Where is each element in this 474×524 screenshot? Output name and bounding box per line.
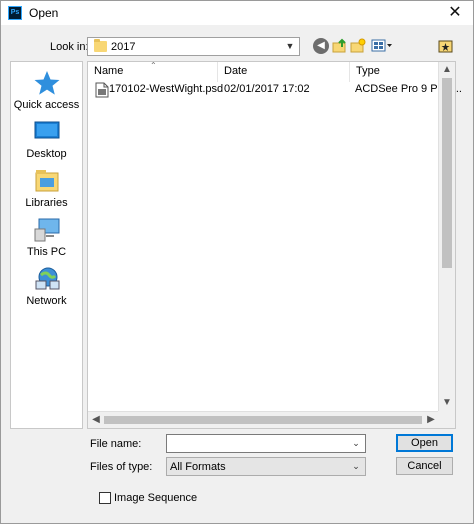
dialog-title: Open	[29, 6, 59, 20]
libraries-icon	[33, 168, 61, 194]
look-in-combo[interactable]: 2017 ▼	[87, 37, 300, 56]
desktop-shortcut-icon[interactable]	[438, 38, 454, 54]
cancel-button[interactable]: Cancel	[396, 457, 453, 475]
vertical-scroll-thumb[interactable]	[442, 78, 452, 268]
file-row[interactable]: 170102-WestWight.psd 02/01/2017 17:02 AC…	[93, 82, 462, 98]
files-of-type-label: Files of type:	[90, 461, 153, 473]
sidebar-item-libraries[interactable]: Libraries	[11, 168, 82, 209]
column-header-date[interactable]: Date	[218, 62, 350, 82]
scroll-left-icon[interactable]: ◀	[88, 412, 104, 428]
column-header-type[interactable]: Type	[350, 62, 439, 82]
folder-icon	[94, 39, 107, 52]
horizontal-scroll-thumb[interactable]	[104, 416, 422, 424]
desktop-icon	[33, 119, 61, 145]
sidebar-item-label: Network	[26, 295, 67, 307]
sidebar-item-quick-access[interactable]: Quick access	[11, 70, 82, 111]
view-menu-icon[interactable]	[371, 38, 393, 54]
psd-file-icon	[95, 82, 109, 98]
look-in-label: Look in:	[50, 41, 89, 53]
files-of-type-select[interactable]: All Formats ⌄	[166, 457, 366, 476]
open-button[interactable]: Open	[396, 434, 453, 452]
sidebar-item-desktop[interactable]: Desktop	[11, 119, 82, 160]
horizontal-scrollbar[interactable]: ◀ ▶	[88, 411, 439, 428]
scroll-down-icon[interactable]: ▼	[439, 395, 455, 411]
photoshop-app-icon: Ps	[8, 6, 22, 20]
up-folder-icon[interactable]	[332, 38, 348, 54]
scroll-right-icon[interactable]: ▶	[423, 412, 439, 428]
star-icon	[33, 70, 61, 96]
title-bar: Ps Open ✕	[1, 1, 473, 25]
scroll-up-icon[interactable]: ▲	[439, 62, 455, 78]
file-list[interactable]: ⌃ Name Date Type 170102-WestWight.psd 02…	[87, 61, 462, 429]
chevron-down-icon[interactable]: ▼	[283, 40, 297, 53]
look-in-value: 2017	[111, 41, 136, 53]
new-folder-icon[interactable]	[350, 38, 366, 54]
sidebar-item-network[interactable]: Network	[11, 266, 82, 307]
file-name-label: File name:	[90, 438, 142, 450]
back-icon[interactable]: ◀	[313, 38, 329, 54]
scroll-corner	[438, 411, 455, 428]
computer-icon	[33, 217, 61, 243]
files-of-type-value: All Formats	[170, 461, 226, 473]
chevron-down-icon[interactable]: ⌄	[349, 460, 363, 473]
image-sequence-checkbox[interactable]	[99, 492, 111, 504]
vertical-scrollbar[interactable]: ▲ ▼	[438, 62, 455, 411]
chevron-down-icon[interactable]: ⌄	[349, 437, 363, 450]
sidebar-item-label: Desktop	[26, 148, 67, 160]
sidebar-item-this-pc[interactable]: This PC	[11, 217, 82, 258]
sort-indicator-icon: ⌃	[150, 61, 157, 70]
places-sidebar: Quick access Desktop Libraries This PC N…	[10, 61, 83, 429]
sidebar-item-label: Libraries	[25, 197, 68, 209]
network-icon	[33, 266, 61, 292]
column-header-name[interactable]: ⌃ Name	[88, 61, 218, 82]
close-button[interactable]: ✕	[443, 3, 467, 23]
open-dialog: Ps Open ✕ Look in: 2017 ▼ ◀ Quick access…	[0, 0, 474, 524]
file-name-input[interactable]: ⌄	[166, 434, 366, 453]
sidebar-item-label: Quick access	[13, 99, 80, 111]
sidebar-item-label: This PC	[26, 246, 67, 258]
file-name: 170102-WestWight.psd	[109, 83, 224, 95]
file-date: 02/01/2017 17:02	[224, 83, 310, 95]
image-sequence-label[interactable]: Image Sequence	[114, 492, 197, 504]
